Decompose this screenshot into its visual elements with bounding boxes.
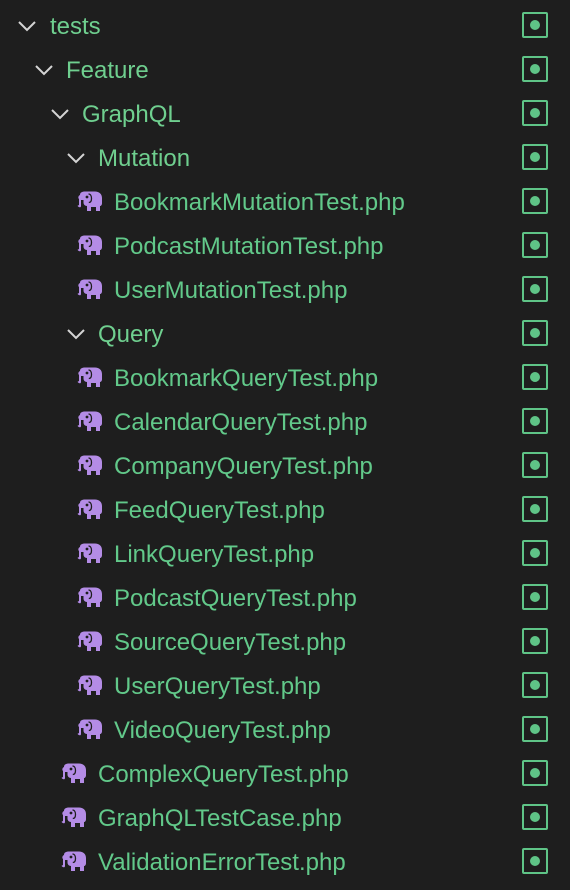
tree-file-row[interactable]: BookmarkQueryTest.php [0,357,570,401]
php-elephant-icon [60,851,88,873]
status-indicator-icon [522,804,548,830]
chevron-down-icon[interactable] [65,323,87,345]
file-label: SourceQueryTest.php [114,629,347,656]
status-indicator-icon [522,56,548,82]
tree-file-row[interactable]: FeedQueryTest.php [0,489,570,533]
status-indicator-icon [522,276,548,302]
folder-label: GraphQL [82,101,181,128]
tree-folder-mutation[interactable]: Mutation [0,137,570,181]
chevron-down-icon[interactable] [33,59,55,81]
tree-file-row[interactable]: LinkQueryTest.php [0,533,570,577]
php-elephant-icon [76,499,104,521]
file-label: PodcastQueryTest.php [114,585,357,612]
status-indicator-icon [522,760,548,786]
status-indicator-icon [522,584,548,610]
status-indicator-icon [522,628,548,654]
folder-label: Feature [66,57,149,84]
status-indicator-icon [522,496,548,522]
status-indicator-icon [522,188,548,214]
php-elephant-icon [76,279,104,301]
folder-label: Query [98,321,164,348]
status-indicator-icon [522,848,548,874]
status-indicator-icon [522,232,548,258]
file-label: LinkQueryTest.php [114,541,315,568]
php-elephant-icon [76,235,104,257]
php-elephant-icon [76,675,104,697]
file-label: GraphQLTestCase.php [98,805,342,832]
chevron-down-icon[interactable] [65,147,87,169]
tree-file-row[interactable]: CompanyQueryTest.php [0,445,570,489]
tree-folder-feature[interactable]: Feature [0,49,570,93]
status-indicator-icon [522,716,548,742]
tree-file-row[interactable]: GraphQLTestCase.php [0,797,570,841]
chevron-down-icon[interactable] [16,15,38,37]
php-elephant-icon [76,587,104,609]
tree-file-row[interactable]: CalendarQueryTest.php [0,401,570,445]
status-indicator-icon [522,364,548,390]
status-indicator-icon [522,320,548,346]
file-label: ComplexQueryTest.php [98,761,349,788]
php-elephant-icon [76,367,104,389]
folder-label: Mutation [98,145,191,172]
tree-file-row[interactable]: PodcastMutationTest.php [0,225,570,269]
tree-folder-tests[interactable]: tests [0,5,570,49]
file-label: UserMutationTest.php [114,277,348,304]
status-indicator-icon [522,540,548,566]
tree-folder-query[interactable]: Query [0,313,570,357]
chevron-down-icon[interactable] [49,103,71,125]
file-label: VideoQueryTest.php [114,717,332,744]
file-label: BookmarkQueryTest.php [114,365,379,392]
status-indicator-icon [522,452,548,478]
php-elephant-icon [76,191,104,213]
tree-file-row[interactable]: UserMutationTest.php [0,269,570,313]
file-label: UserQueryTest.php [114,673,321,700]
status-indicator-icon [522,100,548,126]
status-indicator-icon [522,144,548,170]
php-elephant-icon [76,631,104,653]
file-explorer-tree: tests Feature GraphQL Mutation BookmarkM… [0,5,570,885]
file-label: PodcastMutationTest.php [114,233,384,260]
status-indicator-icon [522,12,548,38]
php-elephant-icon [60,807,88,829]
status-indicator-icon [522,408,548,434]
tree-file-row[interactable]: BookmarkMutationTest.php [0,181,570,225]
tree-file-row[interactable]: VideoQueryTest.php [0,709,570,753]
tree-file-row[interactable]: PodcastQueryTest.php [0,577,570,621]
tree-file-row[interactable]: UserQueryTest.php [0,665,570,709]
php-elephant-icon [60,763,88,785]
file-label: FeedQueryTest.php [114,497,325,524]
php-elephant-icon [76,411,104,433]
tree-file-row[interactable]: ValidationErrorTest.php [0,841,570,885]
file-label: BookmarkMutationTest.php [114,189,405,216]
tree-file-row[interactable]: ComplexQueryTest.php [0,753,570,797]
php-elephant-icon [76,543,104,565]
folder-label: tests [50,13,101,40]
php-elephant-icon [76,455,104,477]
status-indicator-icon [522,672,548,698]
php-elephant-icon [76,719,104,741]
tree-folder-graphql[interactable]: GraphQL [0,93,570,137]
file-label: CompanyQueryTest.php [114,453,373,480]
file-label: CalendarQueryTest.php [114,409,368,436]
file-label: ValidationErrorTest.php [98,849,346,876]
tree-file-row[interactable]: SourceQueryTest.php [0,621,570,665]
